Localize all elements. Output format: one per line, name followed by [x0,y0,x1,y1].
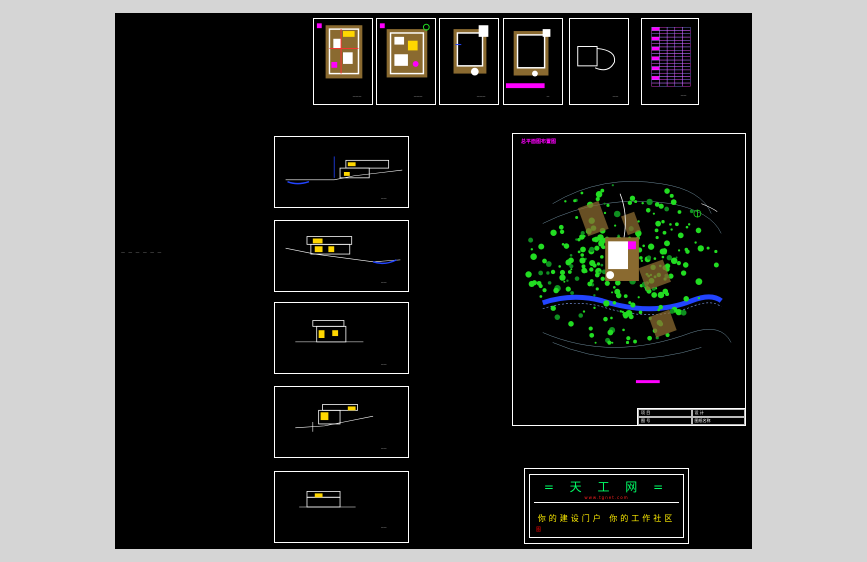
floor-plan-sheet-3[interactable]: ——— [439,18,499,105]
schedule-sheet[interactable]: —— [641,18,699,105]
elevation-3-drawing: —— [295,320,387,366]
floor-plan-3-drawing: ——— [453,25,489,98]
floor-plan-sheet-1[interactable]: ——— [313,18,373,105]
section-sheet-1[interactable]: —— [274,386,409,458]
tgnet-logo-box[interactable]: = 天 工 网 = www.tgnet.com 你的建设门户 你的工作社区 图 [524,468,689,544]
svg-text:——: —— [381,446,387,450]
floor-plan-sheet-2[interactable]: ——— [376,18,436,105]
floor-plan-4-drawing: — [505,29,551,98]
drawing-canvas[interactable]: — — — — — — ——— ——— ——— — —— —— —— —— ——… [115,13,752,549]
roof-plan-drawing: —— [577,46,619,98]
svg-text:———: ——— [477,94,486,98]
elevation-1-drawing: —— [285,156,403,200]
elevation-sheet-1[interactable]: —— [274,136,409,208]
floor-plan-1-drawing: ——— [316,23,363,98]
logo-url: www.tgnet.com [584,495,629,500]
site-plan-title-block: 项 目 设 计 图 号 图纸名称 [637,408,746,426]
elevation-2-drawing: —— [285,236,401,284]
elevation-sheet-2[interactable]: —— [274,220,409,292]
section-1-drawing: —— [295,404,387,450]
title-block-cell: 项 目 [638,409,692,417]
title-block-cell: 设 计 [691,409,745,417]
site-plan-drawing [525,181,732,384]
svg-text:——: —— [613,94,619,98]
schedule-drawing: —— [651,27,691,98]
svg-text:——: —— [381,362,387,366]
site-plan-sheet[interactable]: 总平面图布置图 项 目 设 计 图 号 图纸名称 [512,133,746,426]
svg-text:——: —— [681,94,687,98]
stray-annotation: — — — — — — [121,250,163,255]
logo-title: = 天 工 网 = [543,480,670,494]
svg-text:——: —— [381,280,387,284]
svg-text:——: —— [381,525,387,529]
logo-inner-frame: = 天 工 网 = www.tgnet.com 你的建设门户 你的工作社区 图 [529,474,684,538]
logo-mark: 图 [536,527,542,533]
svg-text:———: ——— [353,94,362,98]
section-2-drawing: —— [299,491,387,529]
svg-text:———: ——— [414,94,423,98]
floor-plan-2-drawing: ——— [379,23,430,98]
title-block-cell: 图 号 [638,417,692,425]
svg-text:—: — [547,94,550,98]
roof-plan-sheet[interactable]: —— [569,18,629,105]
logo-slogan: 你的建设门户 你的工作社区 [537,514,676,523]
floor-plan-sheet-4[interactable]: — [503,18,563,105]
title-block-cell: 图纸名称 [691,417,745,425]
svg-text:——: —— [381,196,387,200]
section-sheet-2[interactable]: —— [274,471,409,543]
elevation-sheet-3[interactable]: —— [274,302,409,374]
logo-divider [534,502,679,503]
